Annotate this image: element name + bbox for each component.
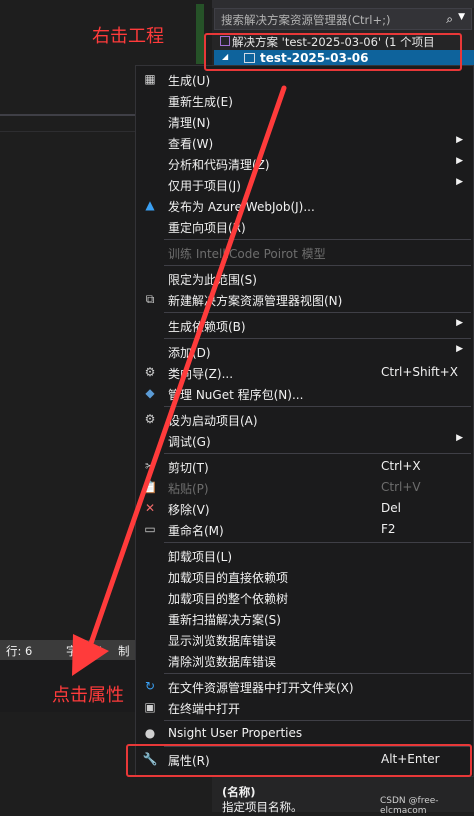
- arrow-shaft: [85, 85, 287, 655]
- annotation-arrow: [72, 85, 287, 676]
- watermark: CSDN @free-elcmacom: [380, 796, 439, 816]
